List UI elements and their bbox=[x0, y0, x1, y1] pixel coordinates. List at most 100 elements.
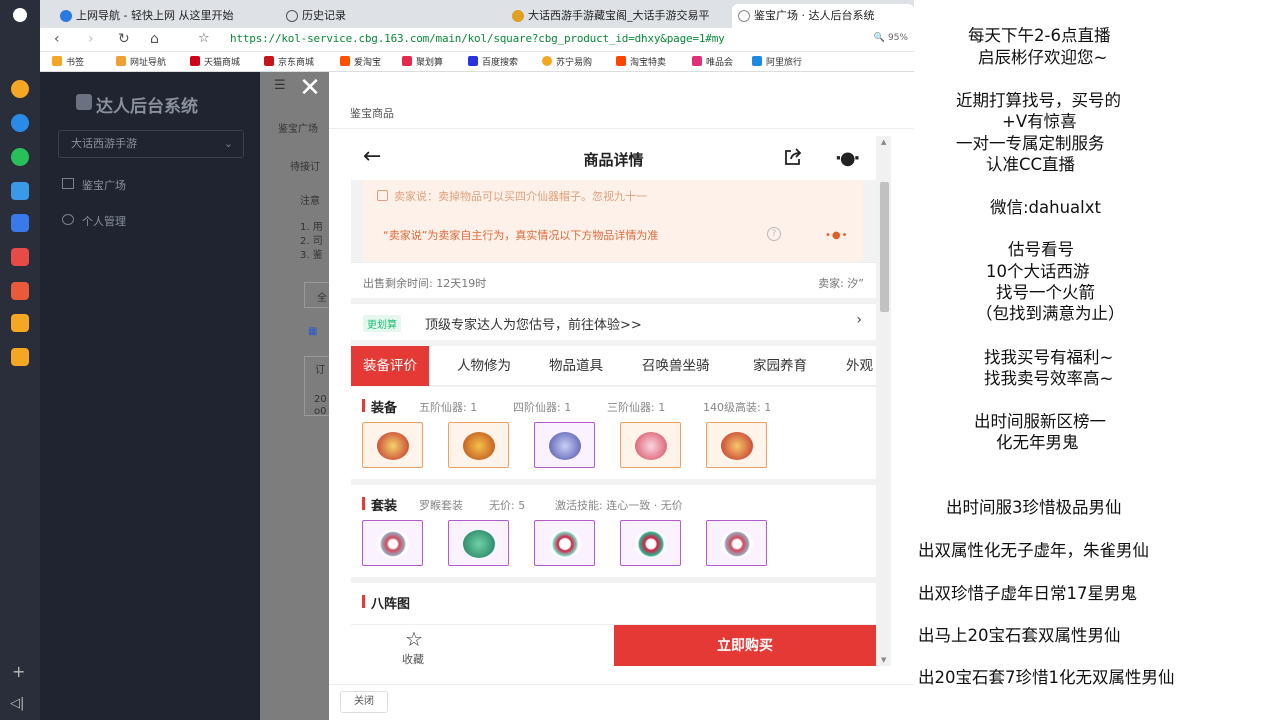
menu-toggle-icon[interactable]: ☰ bbox=[274, 78, 286, 93]
sidebar-item-label: 个人管理 bbox=[82, 215, 126, 228]
suit-item[interactable] bbox=[620, 520, 681, 566]
notice-line: 1. 用 bbox=[300, 222, 323, 233]
add-icon[interactable]: + bbox=[12, 662, 25, 681]
admin-main-overlay: ☰ 鉴宝广场 待接订 注意 1. 用 2. 司 3. 鉴 全 ▦ 订 20 o0 bbox=[260, 72, 330, 720]
rail-app-icon[interactable] bbox=[11, 214, 29, 232]
scroll-down-icon[interactable]: ▼ bbox=[881, 656, 886, 664]
bookmark-label: 苏宁易购 bbox=[556, 58, 593, 68]
bookmark-item[interactable]: 爱淘宝 bbox=[340, 55, 381, 68]
tab-equipment-review[interactable]: 装备评价 bbox=[351, 346, 429, 386]
close-button[interactable]: 关闭 bbox=[340, 691, 388, 713]
sidebar-item-square[interactable]: 鉴宝广场 bbox=[62, 177, 126, 193]
star-outline-icon[interactable]: ☆ bbox=[405, 629, 423, 649]
forward-nav-icon[interactable]: › bbox=[88, 31, 94, 47]
seller-note-text: 卖家说：卖掉物品可以买四介仙器帽子。忽视九十一 bbox=[394, 190, 647, 203]
ring-icon bbox=[721, 530, 753, 558]
pendant-icon bbox=[549, 530, 581, 558]
equipment-item[interactable] bbox=[448, 422, 509, 468]
favorite-label[interactable]: 收藏 bbox=[402, 651, 424, 666]
buy-now-button[interactable]: 立即购买 bbox=[614, 625, 876, 666]
appraisal-text: 顶级专家达人为您估号，前往体验>> bbox=[425, 318, 642, 333]
bookmark-item[interactable]: 淘宝特卖 bbox=[616, 55, 666, 68]
equipment-stat: 五阶仙器: 1 bbox=[419, 401, 478, 414]
tab-items[interactable]: 物品道具 bbox=[549, 346, 603, 386]
suit-item[interactable] bbox=[534, 520, 595, 566]
seller-disclaimer: “卖家说”为卖家自主行为，真实情况以下方物品详情为准 bbox=[383, 229, 659, 242]
bookmark-item[interactable]: 网址导航 bbox=[116, 55, 166, 68]
purchase-bar: ☆ 收藏 立即购买 bbox=[351, 624, 876, 666]
suit-skill: 激活技能: 连心一致 · 无价 bbox=[555, 499, 683, 512]
wechat-icon[interactable] bbox=[11, 148, 29, 166]
suit-item[interactable] bbox=[706, 520, 767, 566]
modal-header: 鉴宝商品 bbox=[329, 72, 914, 129]
scroll-thumb[interactable] bbox=[880, 182, 889, 312]
tab-pending[interactable]: 待接订 bbox=[290, 158, 330, 173]
bookmark-item[interactable]: 京东商城 bbox=[264, 55, 314, 68]
suit-item[interactable] bbox=[448, 520, 509, 566]
zoom-level[interactable]: 🔍 95% bbox=[874, 33, 908, 43]
home-icon[interactable]: ⌂ bbox=[150, 31, 159, 47]
bookmark-item[interactable]: 阿里旅行 bbox=[752, 55, 802, 68]
scroll-up-icon[interactable]: ▲ bbox=[881, 138, 886, 146]
tab-character[interactable]: 人物修为 bbox=[457, 346, 511, 386]
rail-app-icon[interactable] bbox=[11, 282, 29, 300]
seller-name: 卖家: 汐” bbox=[818, 277, 864, 290]
rail-app-icon[interactable] bbox=[11, 248, 29, 266]
tab-pets[interactable]: 召唤兽坐骑 bbox=[642, 346, 710, 386]
rail-app-icon[interactable] bbox=[11, 314, 29, 332]
bookmark-item[interactable]: 书签 bbox=[52, 55, 84, 68]
rail-app-icon[interactable] bbox=[11, 114, 29, 132]
section-title: 套装 bbox=[362, 495, 397, 514]
address-bar: ‹ › ↻ ⌂ ☆ https://kol-service.cbg.163.co… bbox=[40, 28, 914, 52]
stream-line: 化无年男鬼 bbox=[996, 433, 1079, 452]
sidebar-item-profile[interactable]: 个人管理 bbox=[62, 213, 126, 229]
tab-home[interactable]: 家园养育 bbox=[753, 346, 807, 386]
modal-close-icon[interactable]: ✕ bbox=[296, 75, 324, 102]
history-icon bbox=[286, 10, 298, 22]
suit-item[interactable] bbox=[362, 520, 423, 566]
url-field[interactable]: https://kol-service.cbg.163.com/main/kol… bbox=[230, 32, 725, 45]
equipment-item[interactable] bbox=[706, 422, 767, 468]
help-icon[interactable]: ? bbox=[767, 227, 781, 241]
bookmark-item[interactable]: 百度搜索 bbox=[468, 55, 518, 68]
back-nav-icon[interactable]: ‹ bbox=[54, 31, 60, 47]
stream-line: 出马上20宝石套双属性男仙 bbox=[918, 626, 1121, 645]
collapse-icon[interactable]: ◁| bbox=[10, 696, 24, 711]
share-icon[interactable] bbox=[783, 148, 803, 166]
globe-icon bbox=[738, 10, 750, 22]
stream-overlay-panel: 每天下午2-6点直播 启辰彬仔欢迎您~ 近期打算找号，买号的 +V有惊喜 一对一… bbox=[914, 0, 1280, 720]
browser-tab-active[interactable]: 鉴宝广场 · 达人后台系统 bbox=[732, 4, 914, 28]
tab-appearance[interactable]: 外观 bbox=[846, 346, 873, 386]
equipment-item[interactable] bbox=[620, 422, 681, 468]
rail-app-icon[interactable] bbox=[11, 80, 29, 98]
bookmark-item[interactable]: 天猫商城 bbox=[190, 55, 240, 68]
rail-app-icon[interactable] bbox=[11, 182, 29, 200]
stream-line: 认准CC直播 bbox=[986, 155, 1076, 174]
bookmark-label: 京东商城 bbox=[278, 58, 315, 68]
browser-tab[interactable]: 上网导航 - 轻快上网 从这里开始 bbox=[54, 4, 264, 28]
filter-control[interactable]: 全 bbox=[304, 282, 330, 308]
stream-line: 出20宝石套7珍惜1化无双属性男仙 bbox=[918, 668, 1175, 687]
scrollbar[interactable]: ▲ ▼ bbox=[878, 136, 891, 666]
seller-note: 卖家说：卖掉物品可以买四介仙器帽子。忽视九十一 bbox=[377, 188, 647, 204]
equipment-item[interactable] bbox=[362, 422, 423, 468]
reload-icon[interactable]: ↻ bbox=[118, 31, 130, 47]
stream-line: 找我卖号效率高~ bbox=[984, 369, 1114, 388]
bookmark-item[interactable]: 唯品会 bbox=[692, 55, 733, 68]
equipment-stat: 三阶仙器: 1 bbox=[607, 401, 666, 414]
left-rail: + ◁| bbox=[0, 0, 40, 720]
filter-label: 全 bbox=[317, 293, 327, 304]
rail-app-icon[interactable] bbox=[11, 348, 29, 366]
more-icon[interactable]: ·●· bbox=[835, 148, 860, 169]
comment-icon bbox=[377, 190, 388, 201]
appraisal-banner[interactable]: 更划算 顶级专家达人为您估号，前往体验>> › bbox=[351, 304, 876, 340]
browser-tab[interactable]: 大话西游手游藏宝阁_大话手游交易平 bbox=[506, 4, 716, 28]
bookmark-item[interactable]: 苏宁易购 bbox=[542, 55, 592, 68]
tab-label: 历史记录 bbox=[302, 9, 346, 22]
browser-tab[interactable]: 历史记录 bbox=[280, 4, 480, 28]
equipment-item[interactable] bbox=[534, 422, 595, 468]
bookmark-star-icon[interactable]: ☆ bbox=[198, 31, 210, 46]
game-select[interactable]: 大话西游手游 ⌄ bbox=[58, 130, 244, 158]
bookmark-item[interactable]: 聚划算 bbox=[402, 55, 443, 68]
bookmark-label: 天猫商城 bbox=[204, 58, 241, 68]
